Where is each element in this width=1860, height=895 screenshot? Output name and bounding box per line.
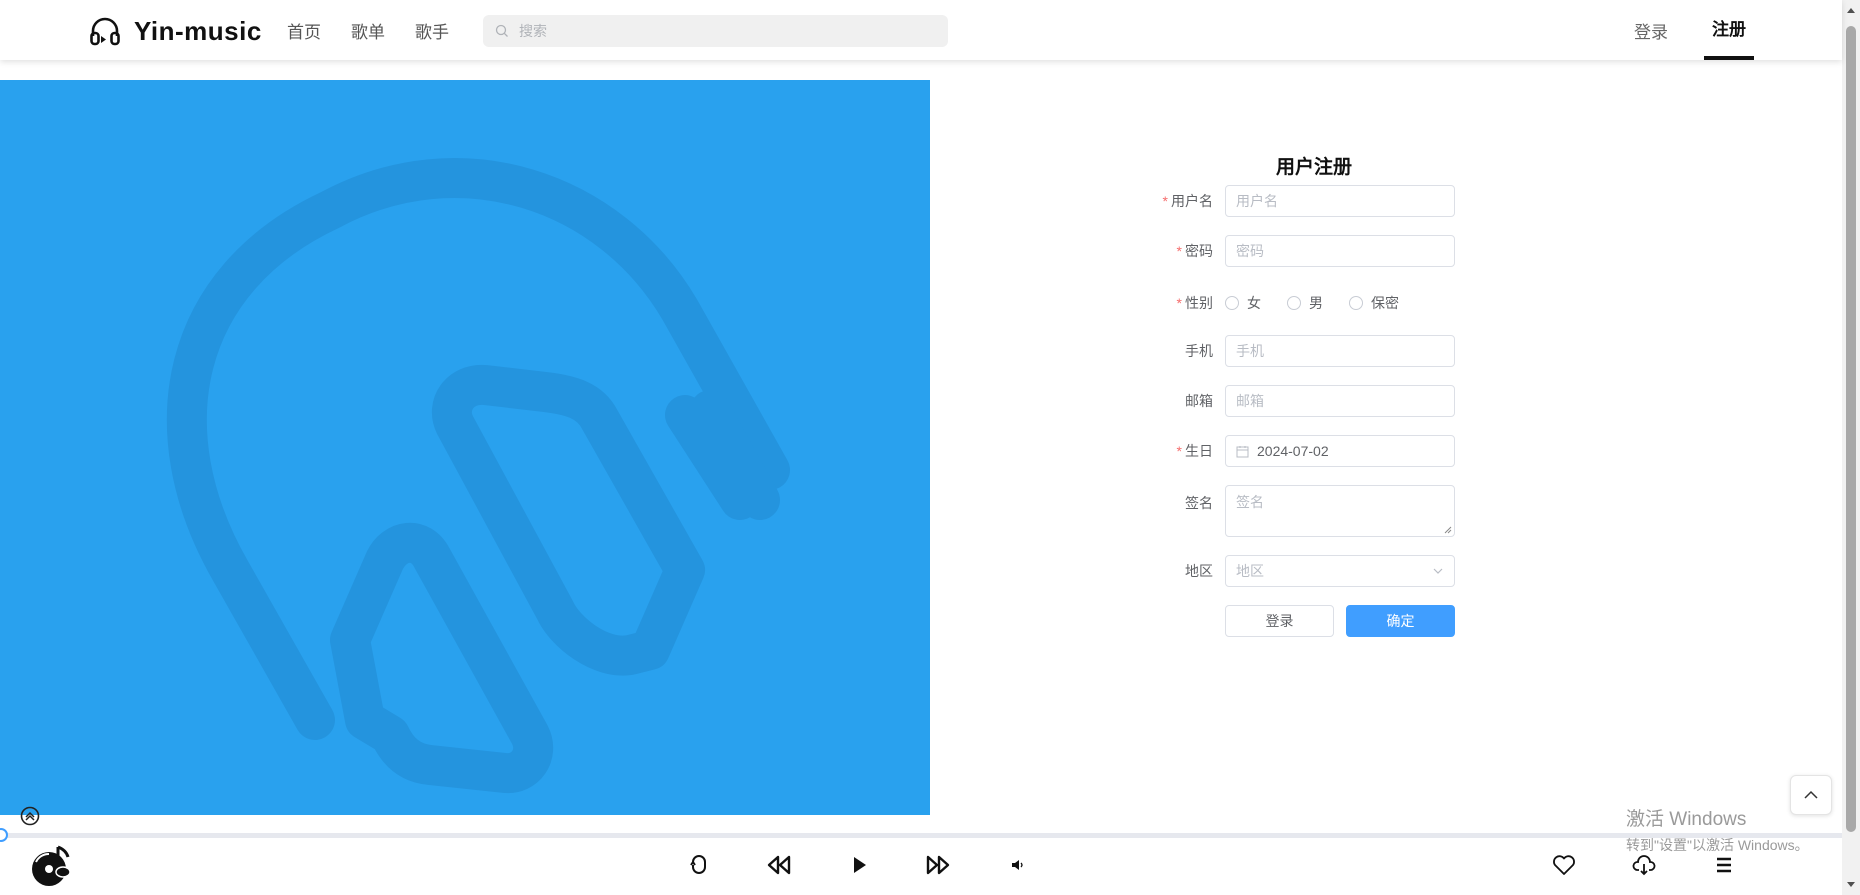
main-nav: 首页 歌单 歌手 (287, 18, 449, 43)
windows-activation-watermark: 激活 Windows 转到"设置"以激活 Windows。 (1626, 804, 1809, 855)
volume-icon (1012, 860, 1023, 870)
region-select[interactable]: 地区 (1225, 555, 1455, 587)
radio-circle-icon (1225, 296, 1239, 310)
search-box[interactable] (483, 15, 948, 47)
phone-field[interactable] (1225, 335, 1455, 367)
region-row: 地区 地区 (1100, 555, 1470, 587)
username-field[interactable] (1225, 185, 1455, 217)
required-mark: * (1176, 295, 1182, 311)
gender-secret-radio[interactable]: 保密 (1349, 293, 1399, 313)
password-label: * 密码 (1176, 243, 1213, 259)
vertical-scrollbar[interactable] (1842, 0, 1860, 895)
header-register-link[interactable]: 注册 (1704, 0, 1754, 60)
player-collapse-icon[interactable] (20, 806, 40, 826)
watermark-title: 激活 Windows (1626, 809, 1747, 830)
fast-forward-icon (926, 855, 950, 875)
phone-label: 手机 (1185, 343, 1213, 359)
password-input[interactable] (1236, 243, 1444, 259)
nav-singers[interactable]: 歌手 (415, 18, 449, 43)
signature-row: 签名 (1100, 485, 1470, 537)
playlist-button[interactable] (1711, 852, 1737, 878)
headphones-icon (90, 17, 120, 46)
calendar-icon (1236, 445, 1249, 457)
signature-label: 签名 (1185, 495, 1213, 511)
birthday-value: 2024-07-02 (1257, 443, 1329, 459)
radio-circle-icon (1287, 296, 1301, 310)
next-button[interactable] (925, 852, 951, 878)
nav-home[interactable]: 首页 (287, 18, 321, 43)
cloud-download-icon (1632, 855, 1656, 876)
region-placeholder: 地区 (1236, 563, 1264, 579)
email-input[interactable] (1236, 393, 1444, 409)
app-name: Yin-music (134, 15, 262, 46)
gender-male-radio[interactable]: 男 (1287, 293, 1323, 313)
gender-radio-group: 女 男 保密 (1225, 293, 1399, 313)
play-button[interactable] (846, 852, 872, 878)
signature-textarea[interactable] (1236, 492, 1444, 530)
header-login-link[interactable]: 登录 (1634, 18, 1668, 43)
button-group: 登录 确定 (1225, 605, 1455, 637)
page-root: Yin-music 首页 歌单 歌手 登录 注册 (0, 0, 1860, 895)
resize-handle-icon[interactable] (1444, 526, 1452, 534)
email-row: 邮箱 (1100, 385, 1470, 417)
username-row: * 用户名 (1100, 185, 1470, 217)
nav-playlists[interactable]: 歌单 (351, 18, 385, 43)
username-label: * 用户名 (1162, 193, 1213, 209)
region-label: 地区 (1185, 563, 1213, 579)
chevron-up-icon (1804, 790, 1818, 799)
heart-icon (1553, 855, 1575, 875)
confirm-button[interactable]: 确定 (1346, 605, 1455, 637)
login-button[interactable]: 登录 (1225, 605, 1334, 637)
watermark-subtitle: 转到"设置"以激活 Windows。 (1626, 837, 1809, 853)
favorite-button[interactable] (1551, 852, 1577, 878)
password-row: * 密码 (1100, 235, 1470, 267)
required-mark: * (1162, 193, 1168, 209)
volume-button[interactable] (1005, 852, 1031, 878)
gender-row: * 性别 女 男 保密 (1100, 293, 1470, 313)
gender-label: * 性别 (1176, 295, 1213, 311)
form-actions: 登录 确定 (1100, 605, 1470, 637)
email-field[interactable] (1225, 385, 1455, 417)
scrollbar-thumb[interactable] (1846, 26, 1856, 832)
chevron-down-icon (1433, 568, 1443, 574)
password-field[interactable] (1225, 235, 1455, 267)
headphones-watermark-icon (166, 158, 790, 794)
phone-row: 手机 (1100, 335, 1470, 367)
logo[interactable]: Yin-music (88, 14, 262, 48)
top-header: Yin-music 首页 歌单 歌手 登录 注册 (0, 0, 1842, 60)
gender-female-radio[interactable]: 女 (1225, 293, 1261, 313)
username-input[interactable] (1236, 193, 1444, 209)
loop-mode-button[interactable] (686, 852, 712, 878)
menu-list-icon (1717, 857, 1731, 873)
scroll-down-arrow-icon[interactable] (1847, 882, 1855, 887)
download-button[interactable] (1631, 852, 1657, 878)
loop-icon (690, 855, 706, 874)
rewind-icon (767, 855, 791, 875)
search-icon (495, 24, 508, 37)
previous-button[interactable] (766, 852, 792, 878)
album-cover-icon[interactable] (28, 842, 76, 890)
birthday-label: * 生日 (1176, 443, 1213, 459)
search-input[interactable] (519, 23, 919, 39)
auth-links: 登录 注册 (1634, 0, 1754, 60)
email-label: 邮箱 (1185, 393, 1213, 409)
register-banner (0, 80, 930, 815)
play-icon (854, 857, 866, 873)
required-mark: * (1176, 443, 1182, 459)
birthday-field[interactable]: 2024-07-02 (1225, 435, 1455, 467)
phone-input[interactable] (1236, 343, 1444, 359)
music-player-bar (0, 840, 1842, 895)
birthday-row: * 生日 2024-07-02 (1100, 435, 1470, 467)
required-mark: * (1176, 243, 1182, 259)
playback-progress-bar[interactable] (0, 828, 1842, 842)
signature-field[interactable] (1225, 485, 1455, 537)
form-title: 用户注册 (1276, 157, 1353, 178)
scroll-up-arrow-icon[interactable] (1847, 8, 1855, 13)
radio-circle-icon (1349, 296, 1363, 310)
